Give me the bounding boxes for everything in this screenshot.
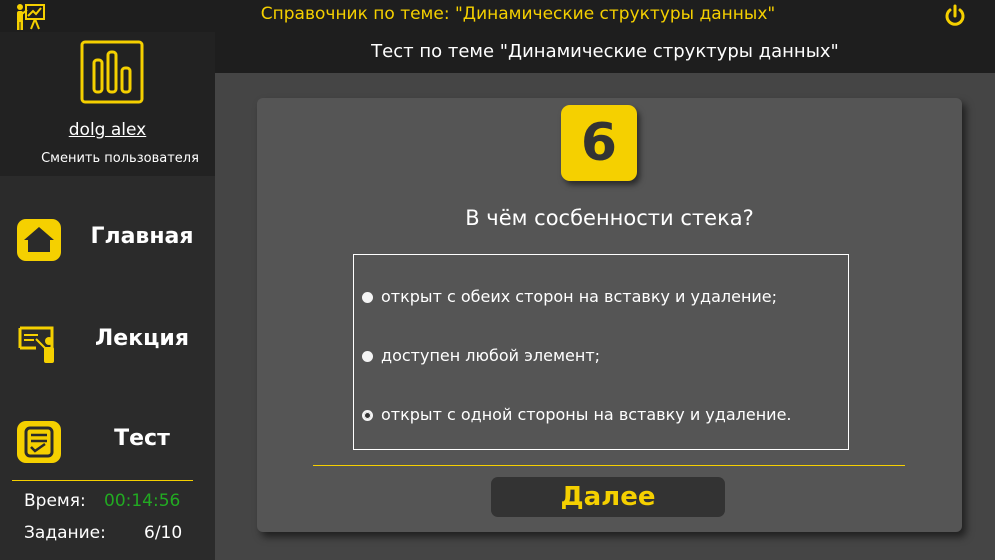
app-title: Справочник по теме: "Динамические структ…	[260, 4, 776, 24]
nav-label-home: Главная	[90, 224, 194, 249]
nav-item-home[interactable]: Главная	[0, 210, 215, 270]
nav-item-test[interactable]: Тест	[0, 412, 215, 472]
card-divider	[313, 465, 905, 466]
power-icon[interactable]	[942, 3, 968, 29]
sidebar-divider	[12, 480, 193, 481]
home-icon	[17, 219, 61, 261]
answer-options: открыт с обеих сторон на вставку и удале…	[353, 254, 849, 450]
question-number-badge: 6	[561, 105, 637, 181]
title-bar: Справочник по теме: "Динамические структ…	[0, 0, 995, 32]
timer-value: 00:14:56	[104, 491, 181, 511]
task-progress: 6/10	[144, 523, 183, 543]
test-icon	[17, 421, 61, 463]
question-text: В чём сосбенности стека?	[465, 206, 754, 230]
nav-label-lecture: Лекция	[95, 326, 189, 351]
change-user-link[interactable]: Сменить пользователя	[0, 151, 240, 166]
username-link[interactable]: dolg alex	[0, 120, 215, 140]
radio-button[interactable]	[362, 292, 373, 303]
radio-button[interactable]	[362, 351, 373, 362]
bar-chart-icon	[80, 40, 144, 104]
user-profile: dolg alex Сменить пользователя	[0, 32, 215, 176]
radio-button-selected[interactable]	[362, 410, 373, 421]
nav-label-test: Тест	[114, 426, 170, 451]
answer-option-label: доступен любой элемент;	[381, 346, 601, 365]
nav-item-lecture[interactable]: Лекция	[0, 312, 215, 372]
time-label: Время:	[24, 491, 86, 511]
page-header: Тест по теме "Динамические структуры дан…	[215, 32, 995, 73]
page-title: Тест по теме "Динамические структуры дан…	[371, 41, 839, 62]
next-button[interactable]: Далее	[491, 477, 725, 517]
question-card: 6 В чём сосбенности стека? открыт с обеи…	[257, 98, 962, 532]
answer-option-label: открыт с одной стороны на вставку и удал…	[381, 405, 792, 424]
lecture-icon	[18, 326, 54, 363]
task-label: Задание:	[24, 523, 106, 543]
sidebar: dolg alex Сменить пользователя Главная Л…	[0, 32, 215, 560]
answer-option-label: открыт с обеих сторон на вставку и удале…	[381, 287, 778, 306]
